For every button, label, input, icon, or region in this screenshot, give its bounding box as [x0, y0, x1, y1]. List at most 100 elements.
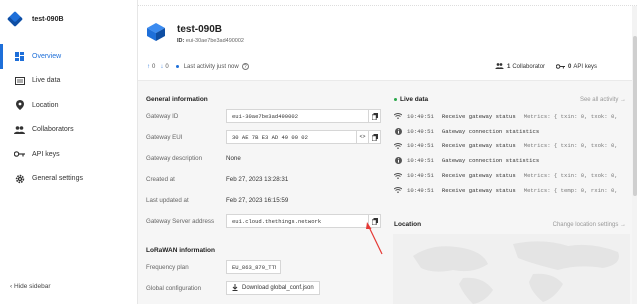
uplink-count: 0 [152, 63, 156, 70]
people-icon [14, 124, 25, 135]
live-data-header: Live data See all activity → [394, 96, 626, 103]
sidebar-item-general-settings[interactable]: General settings [0, 167, 137, 192]
list-icon [14, 75, 25, 86]
log-meta: Metrics: { txin: 0, txok: 0, [523, 172, 618, 180]
server-row: Gateway Server address eu1.cloud.thethin… [146, 214, 381, 228]
description-row: Gateway description None [146, 151, 241, 165]
sidebar-item-location[interactable]: Location [0, 93, 137, 118]
description-label: Gateway description [146, 154, 203, 162]
location-map[interactable] [393, 234, 630, 304]
sidebar-item-live-data[interactable]: Live data [0, 69, 137, 94]
gateway-cube-icon [147, 23, 165, 41]
log-time: 10:49:51 [407, 186, 434, 194]
last-activity: Last activity just now [183, 63, 239, 70]
gateway-id-label: Gateway ID [146, 112, 179, 120]
lorawan-info-title: LoRaWAN information [146, 247, 215, 254]
list-item[interactable]: 10:49:51 Gateway connection statistics [393, 124, 637, 139]
sidebar-item-collaborators[interactable]: Collaborators [0, 118, 137, 143]
gateway-eui-value: 30 AE 7B E3 AD 49 00 02 [232, 133, 308, 141]
gateway-eui-label: Gateway EUI [146, 133, 183, 141]
gateway-id-value: eui-30ae7be3ad490002 [232, 112, 299, 120]
sidebar-item-api-keys[interactable]: API keys [0, 142, 137, 167]
copy-icon[interactable] [368, 215, 380, 227]
help-icon[interactable]: ? [241, 63, 249, 70]
info-icon [393, 157, 403, 165]
updated-label: Last updated at [146, 196, 189, 204]
created-row: Created at Feb 27, 2023 13:28:31 [146, 172, 288, 186]
log-meta: Metrics: { temp: 0, rxin: 0, [523, 186, 618, 194]
hide-sidebar-label: Hide sidebar [13, 283, 51, 290]
sidebar-item-label: Collaborators [32, 126, 74, 134]
download-label: Download global_conf.json [242, 285, 314, 291]
code-toggle-icon[interactable]: <> [356, 131, 368, 143]
list-item[interactable]: 10:49:51 Receive gateway status Metrics:… [393, 109, 637, 124]
id-value: eui-30ae7be3ad490002 [185, 38, 244, 44]
server-value: eu1.cloud.thethings.network [232, 217, 322, 225]
server-label: Gateway Server address [146, 217, 215, 225]
updated-value: Feb 27, 2023 16:15:59 [226, 196, 289, 204]
collaborators-count: 1 [507, 64, 511, 70]
sidebar-item-label: Overview [32, 52, 62, 60]
log-time: 10:49:51 [407, 112, 434, 120]
copy-icon[interactable] [368, 110, 380, 122]
wifi-icon [393, 187, 403, 194]
download-icon [232, 283, 238, 293]
created-label: Created at [146, 175, 175, 183]
log-time: 10:49:51 [407, 172, 434, 180]
live-data-log: 10:49:51 Receive gateway status Metrics:… [393, 109, 637, 198]
gear-icon [14, 173, 25, 184]
map-land-shapes [413, 241, 619, 304]
description-value: None [226, 154, 241, 162]
wifi-icon [393, 142, 403, 149]
location-title: Location [394, 221, 422, 228]
log-meta: Metrics: { txin: 0, txok: 0, [523, 142, 618, 150]
page-scrollbar[interactable] [632, 6, 637, 304]
log-time: 10:49:51 [407, 157, 434, 165]
log-time: 10:49:51 [407, 142, 434, 150]
live-data-title-wrap: Live data [394, 96, 428, 103]
list-item[interactable]: 10:49:51 Receive gateway status Metrics:… [393, 183, 637, 198]
see-all-activity-link[interactable]: See all activity → [580, 97, 626, 103]
sidebar-item-overview[interactable]: Overview [0, 44, 137, 69]
gateway-id-subtitle: ID: eui-30ae7be3ad490002 [177, 38, 244, 44]
global-config-label: Global configuration [146, 284, 202, 292]
sidebar-item-label: General settings [32, 175, 83, 183]
frequency-plan-value: EU_863_870_TTN [232, 263, 276, 271]
wifi-icon [393, 172, 403, 179]
downlink-count: 0 [165, 63, 169, 70]
traffic-stats: ↑ 0 ↓ 0 Last activity just now ? [147, 63, 249, 70]
id-label: ID: [177, 38, 185, 44]
top-divider [138, 0, 637, 6]
sidebar-title: test-090B [32, 15, 64, 23]
change-location-link[interactable]: Change location settings → [553, 222, 626, 228]
sidebar-item-label: Location [32, 101, 59, 109]
gateway-eui-row: Gateway EUI 30 AE 7B E3 AD 49 00 02 <> [146, 130, 381, 144]
header-counts: 1 Collaborator 0 API keys [495, 63, 597, 71]
log-message: Gateway connection statistics [441, 127, 540, 135]
info-icon [393, 127, 403, 135]
sidebar-header: test-090B [7, 11, 64, 27]
hide-sidebar-button[interactable]: ‹ Hide sidebar [10, 283, 50, 290]
scrollbar-thumb[interactable] [632, 36, 637, 196]
people-icon [495, 63, 504, 71]
api-keys-count: 0 [568, 64, 572, 70]
sidebar-item-label: Live data [32, 77, 61, 85]
collaborators-link[interactable]: Collaborator [512, 64, 545, 70]
api-keys-link[interactable]: API keys [573, 64, 597, 70]
general-info-title: General information [146, 96, 208, 103]
log-time: 10:49:51 [407, 127, 434, 135]
log-meta: Metrics: { txin: 0, txok: 0, [523, 112, 618, 120]
server-field: eu1.cloud.thethings.network [226, 214, 381, 228]
list-item[interactable]: 10:49:51 Receive gateway status Metrics:… [393, 168, 637, 183]
chevron-left-icon: ‹ [10, 283, 13, 290]
download-global-conf-button[interactable]: Download global_conf.json [226, 281, 320, 295]
list-item[interactable]: 10:49:51 Gateway connection statistics [393, 153, 637, 168]
sidebar-item-label: API keys [32, 150, 60, 158]
list-item[interactable]: 10:49:51 Receive gateway status Metrics:… [393, 139, 637, 154]
copy-icon[interactable] [368, 131, 380, 143]
live-data-title: Live data [400, 96, 429, 103]
log-message: Receive gateway status [441, 186, 516, 194]
arrow-up-icon: ↑ [147, 63, 150, 70]
gateway-id-field: eui-30ae7be3ad490002 [226, 109, 381, 123]
status-dot-icon [175, 65, 179, 68]
